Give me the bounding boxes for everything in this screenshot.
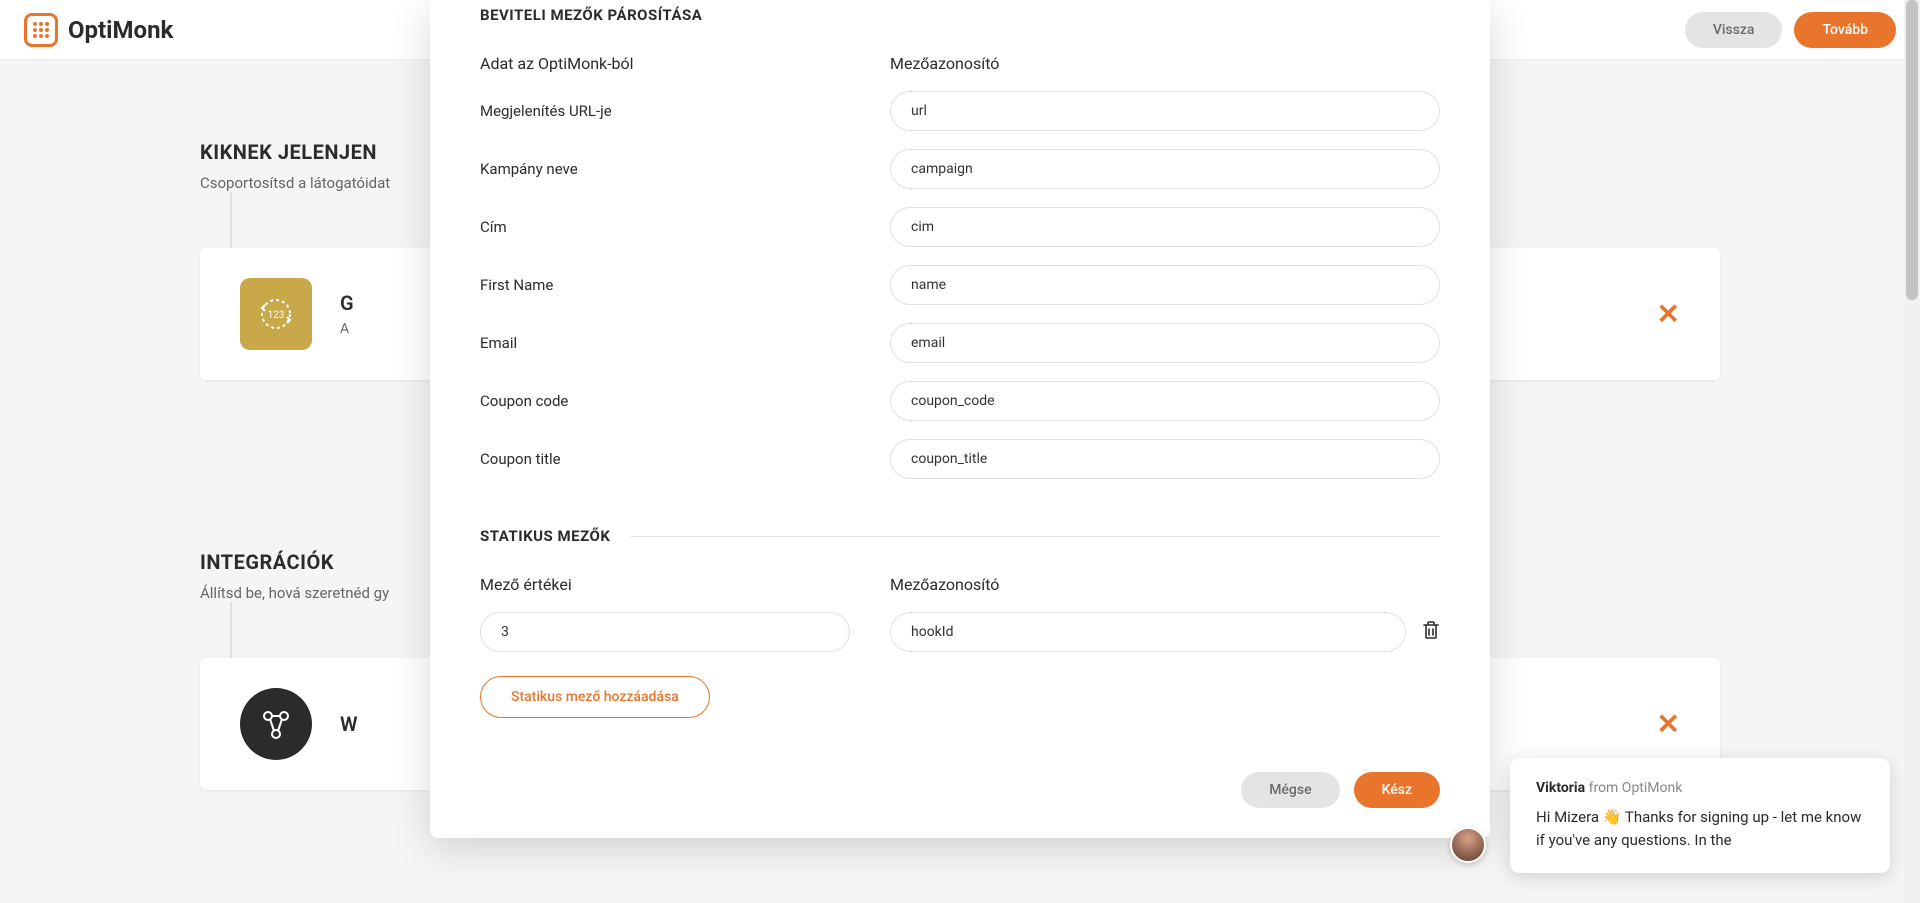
right-column-header: Mezőazonosító <box>890 54 1440 73</box>
field-row: Cím <box>480 207 1440 247</box>
audience-card-title: G <box>340 291 354 315</box>
chat-sender-name: Viktoria <box>1536 780 1585 796</box>
scrollbar-thumb[interactable] <box>1906 0 1918 300</box>
add-static-field-button[interactable]: Statikus mező hozzáadása <box>480 676 710 718</box>
static-value-input[interactable] <box>480 612 850 652</box>
chat-message: Hi Mizera 👋 Thanks for signing up - let … <box>1536 806 1864 851</box>
field-row: Megjelenítés URL-je <box>480 91 1440 131</box>
left-column-header: Adat az OptiMonk-ból <box>480 54 850 73</box>
header-actions: Vissza Tovább <box>1685 12 1896 48</box>
field-id-input[interactable] <box>890 91 1440 131</box>
chat-avatar <box>1450 827 1486 863</box>
scrollbar-track[interactable] <box>1904 0 1920 903</box>
field-row: Email <box>480 323 1440 363</box>
field-id-input[interactable] <box>890 149 1440 189</box>
static-left-header: Mező értékei <box>480 575 850 594</box>
back-button[interactable]: Vissza <box>1685 12 1783 48</box>
field-mapping-modal: BEVITELI MEZŐK PÁROSÍTÁSA Adat az OptiMo… <box>430 0 1490 838</box>
svg-text:123: 123 <box>268 310 285 321</box>
field-row: Coupon code <box>480 381 1440 421</box>
field-label: Coupon code <box>480 392 850 410</box>
field-label: Megjelenítés URL-je <box>480 102 850 120</box>
close-icon[interactable]: ✕ <box>1657 708 1680 741</box>
field-label: First Name <box>480 276 850 294</box>
field-id-input[interactable] <box>890 207 1440 247</box>
webhook-icon <box>240 688 312 760</box>
field-label: Cím <box>480 218 850 236</box>
audience-card-sub: A <box>340 321 354 337</box>
field-id-input[interactable] <box>890 265 1440 305</box>
static-fields-divider: STATIKUS MEZŐK <box>480 527 1440 545</box>
trash-icon[interactable] <box>1422 620 1440 644</box>
counter-icon: 123 <box>240 278 312 350</box>
field-id-input[interactable] <box>890 439 1440 479</box>
logo-icon <box>24 13 58 47</box>
static-field-row <box>480 612 1440 652</box>
cancel-button[interactable]: Mégse <box>1241 772 1339 808</box>
audience-card-text: G A <box>340 291 354 337</box>
input-fields-section-title: BEVITELI MEZŐK PÁROSÍTÁSA <box>480 0 1440 24</box>
integration-card-text: W <box>340 712 358 736</box>
chat-sender-from: from OptiMonk <box>1585 780 1682 796</box>
static-fields-section-title: STATIKUS MEZŐK <box>480 527 610 545</box>
field-label: Kampány neve <box>480 160 850 178</box>
next-button[interactable]: Tovább <box>1794 12 1896 48</box>
field-label: Coupon title <box>480 450 850 468</box>
support-chat-bubble[interactable]: Viktoria from OptiMonk Hi Mizera 👋 Thank… <box>1510 758 1890 873</box>
static-right-header: Mezőazonosító <box>890 575 1440 594</box>
done-button[interactable]: Kész <box>1354 772 1440 808</box>
field-row: Coupon title <box>480 439 1440 479</box>
close-icon[interactable]: ✕ <box>1657 298 1680 331</box>
static-id-input[interactable] <box>890 612 1406 652</box>
brand-logo: OptiMonk <box>24 13 173 47</box>
chat-header: Viktoria from OptiMonk <box>1536 780 1864 796</box>
brand-name: OptiMonk <box>68 16 173 44</box>
field-label: Email <box>480 334 850 352</box>
modal-footer: Mégse Kész <box>430 748 1490 838</box>
integration-card-title: W <box>340 712 358 736</box>
field-row: Kampány neve <box>480 149 1440 189</box>
static-column-headers: Mező értékei Mezőazonosító <box>480 575 1440 594</box>
column-headers: Adat az OptiMonk-ból Mezőazonosító <box>480 54 1440 73</box>
field-id-input[interactable] <box>890 381 1440 421</box>
field-row: First Name <box>480 265 1440 305</box>
field-id-input[interactable] <box>890 323 1440 363</box>
